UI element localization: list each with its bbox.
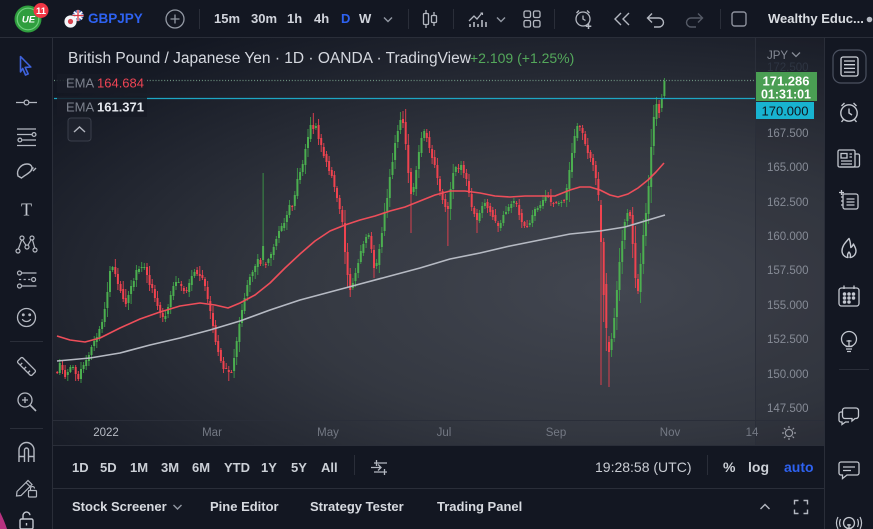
svg-text:01:31:01: 01:31:01 <box>761 88 811 102</box>
svg-text:2022: 2022 <box>93 427 119 439</box>
svg-text:Mar: Mar <box>202 427 222 439</box>
svg-text:Jul: Jul <box>437 427 452 439</box>
svg-text:160.000: 160.000 <box>767 231 809 243</box>
svg-text:162.500: 162.500 <box>767 197 809 209</box>
svg-text:170.000: 170.000 <box>762 104 809 119</box>
svg-text:Nov: Nov <box>660 427 681 439</box>
svg-text:EMA: EMA <box>66 100 95 115</box>
svg-text:British Pound / Japanese Yen ·: British Pound / Japanese Yen · 1D · OAND… <box>68 50 472 67</box>
svg-text:167.500: 167.500 <box>767 128 809 140</box>
svg-text:155.000: 155.000 <box>767 300 809 312</box>
svg-text:150.000: 150.000 <box>767 369 809 381</box>
svg-text:EMA: EMA <box>66 76 95 91</box>
svg-text:11: 11 <box>36 6 47 17</box>
svg-text:152.500: 152.500 <box>767 334 809 346</box>
svg-text:Sep: Sep <box>546 427 566 439</box>
svg-text:14: 14 <box>746 427 759 439</box>
svg-text:161.371: 161.371 <box>97 100 144 115</box>
svg-text:157.500: 157.500 <box>767 265 809 277</box>
svg-text:147.500: 147.500 <box>767 403 809 415</box>
svg-text:+2.109 (+1.25%): +2.109 (+1.25%) <box>470 50 574 66</box>
svg-text:JPY: JPY <box>767 50 788 62</box>
svg-text:171.286: 171.286 <box>763 74 810 89</box>
svg-text:UE: UE <box>22 15 36 26</box>
svg-text:164.684: 164.684 <box>97 76 144 91</box>
svg-text:T: T <box>21 200 32 220</box>
svg-text:165.000: 165.000 <box>767 162 809 174</box>
svg-text:May: May <box>317 427 339 439</box>
